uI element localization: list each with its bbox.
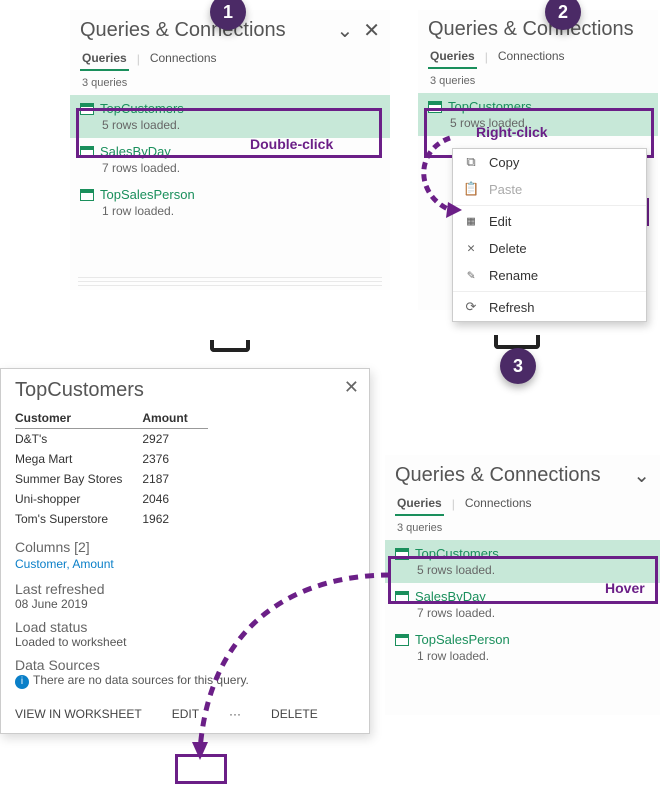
menu-refresh[interactable]: ⟳Refresh (453, 294, 646, 321)
tab-connections[interactable]: Connections (463, 492, 534, 516)
columns-link[interactable]: Customer, Amount (15, 557, 114, 571)
info-icon: i (15, 675, 29, 689)
close-icon[interactable]: ✕ (363, 18, 380, 43)
panel-title: Queries & Connections ⌄ (385, 455, 660, 492)
annotation-double-click: Double-click (250, 136, 333, 152)
query-name: TopSalesPerson (100, 187, 195, 202)
table-row: Summer Bay Stores2187 (15, 469, 208, 489)
tab-connections[interactable]: Connections (148, 47, 219, 71)
columns-label: Columns [2] (15, 539, 355, 555)
tab-connections[interactable]: Connections (496, 45, 567, 69)
bracket-icon (210, 340, 250, 352)
menu-edit[interactable]: ▦Edit (453, 208, 646, 235)
table-row: D&T's2927 (15, 429, 208, 450)
tab-queries[interactable]: Queries (428, 45, 477, 69)
step-badge-3: 3 (500, 348, 536, 384)
query-item-topsalesperson[interactable]: TopSalesPerson 1 row loaded. (385, 626, 660, 669)
stack-shadow (78, 274, 382, 288)
menu-delete[interactable]: ✕Delete (453, 235, 646, 262)
menu-paste: 📋Paste (453, 176, 646, 203)
preview-table: CustomerAmount D&T's2927 Mega Mart2376 S… (15, 408, 208, 529)
query-status: 1 row loaded. (417, 649, 650, 663)
query-item-topsalesperson[interactable]: TopSalesPerson 1 row loaded. (70, 181, 390, 224)
refresh-icon: ⟳ (463, 300, 479, 315)
context-menu: ⧉Copy 📋Paste ▦Edit ✕Delete ✎Rename ⟳Refr… (452, 148, 647, 322)
delete-icon: ✕ (463, 241, 479, 256)
query-count: 3 queries (418, 69, 658, 93)
query-status: 7 rows loaded. (102, 161, 380, 175)
menu-copy[interactable]: ⧉Copy (453, 149, 646, 176)
col-amount: Amount (142, 408, 207, 429)
tab-queries[interactable]: Queries (395, 492, 444, 516)
panel-title: Queries & Connections (418, 10, 658, 45)
table-row: Mega Mart2376 (15, 449, 208, 469)
highlight-box-1 (76, 108, 382, 158)
query-count: 3 queries (70, 71, 390, 95)
menu-rename[interactable]: ✎Rename (453, 262, 646, 289)
title-text: Queries & Connections (428, 18, 634, 41)
chevron-down-icon[interactable]: ⌄ (336, 18, 353, 43)
table-icon (80, 189, 94, 201)
col-customer: Customer (15, 408, 142, 429)
table-row: Tom's Superstore1962 (15, 509, 208, 529)
chevron-down-icon[interactable]: ⌄ (633, 463, 650, 488)
view-in-worksheet-button[interactable]: VIEW IN WORKSHEET (15, 707, 142, 721)
query-status: 7 rows loaded. (417, 606, 650, 620)
close-icon[interactable]: ✕ (344, 377, 359, 398)
table-row: Uni-shopper2046 (15, 489, 208, 509)
title-text: Queries & Connections (80, 19, 286, 42)
rename-icon: ✎ (463, 268, 479, 283)
query-name: TopSalesPerson (415, 632, 510, 647)
tab-queries[interactable]: Queries (80, 47, 129, 71)
title-text: Queries & Connections (395, 464, 601, 487)
bracket-icon (494, 335, 540, 349)
tooltip-title: TopCustomers (15, 379, 355, 402)
query-count: 3 queries (385, 516, 660, 540)
annotation-hover: Hover (605, 580, 645, 596)
annotation-right-click: Right-click (476, 124, 548, 140)
query-status: 1 row loaded. (102, 204, 380, 218)
